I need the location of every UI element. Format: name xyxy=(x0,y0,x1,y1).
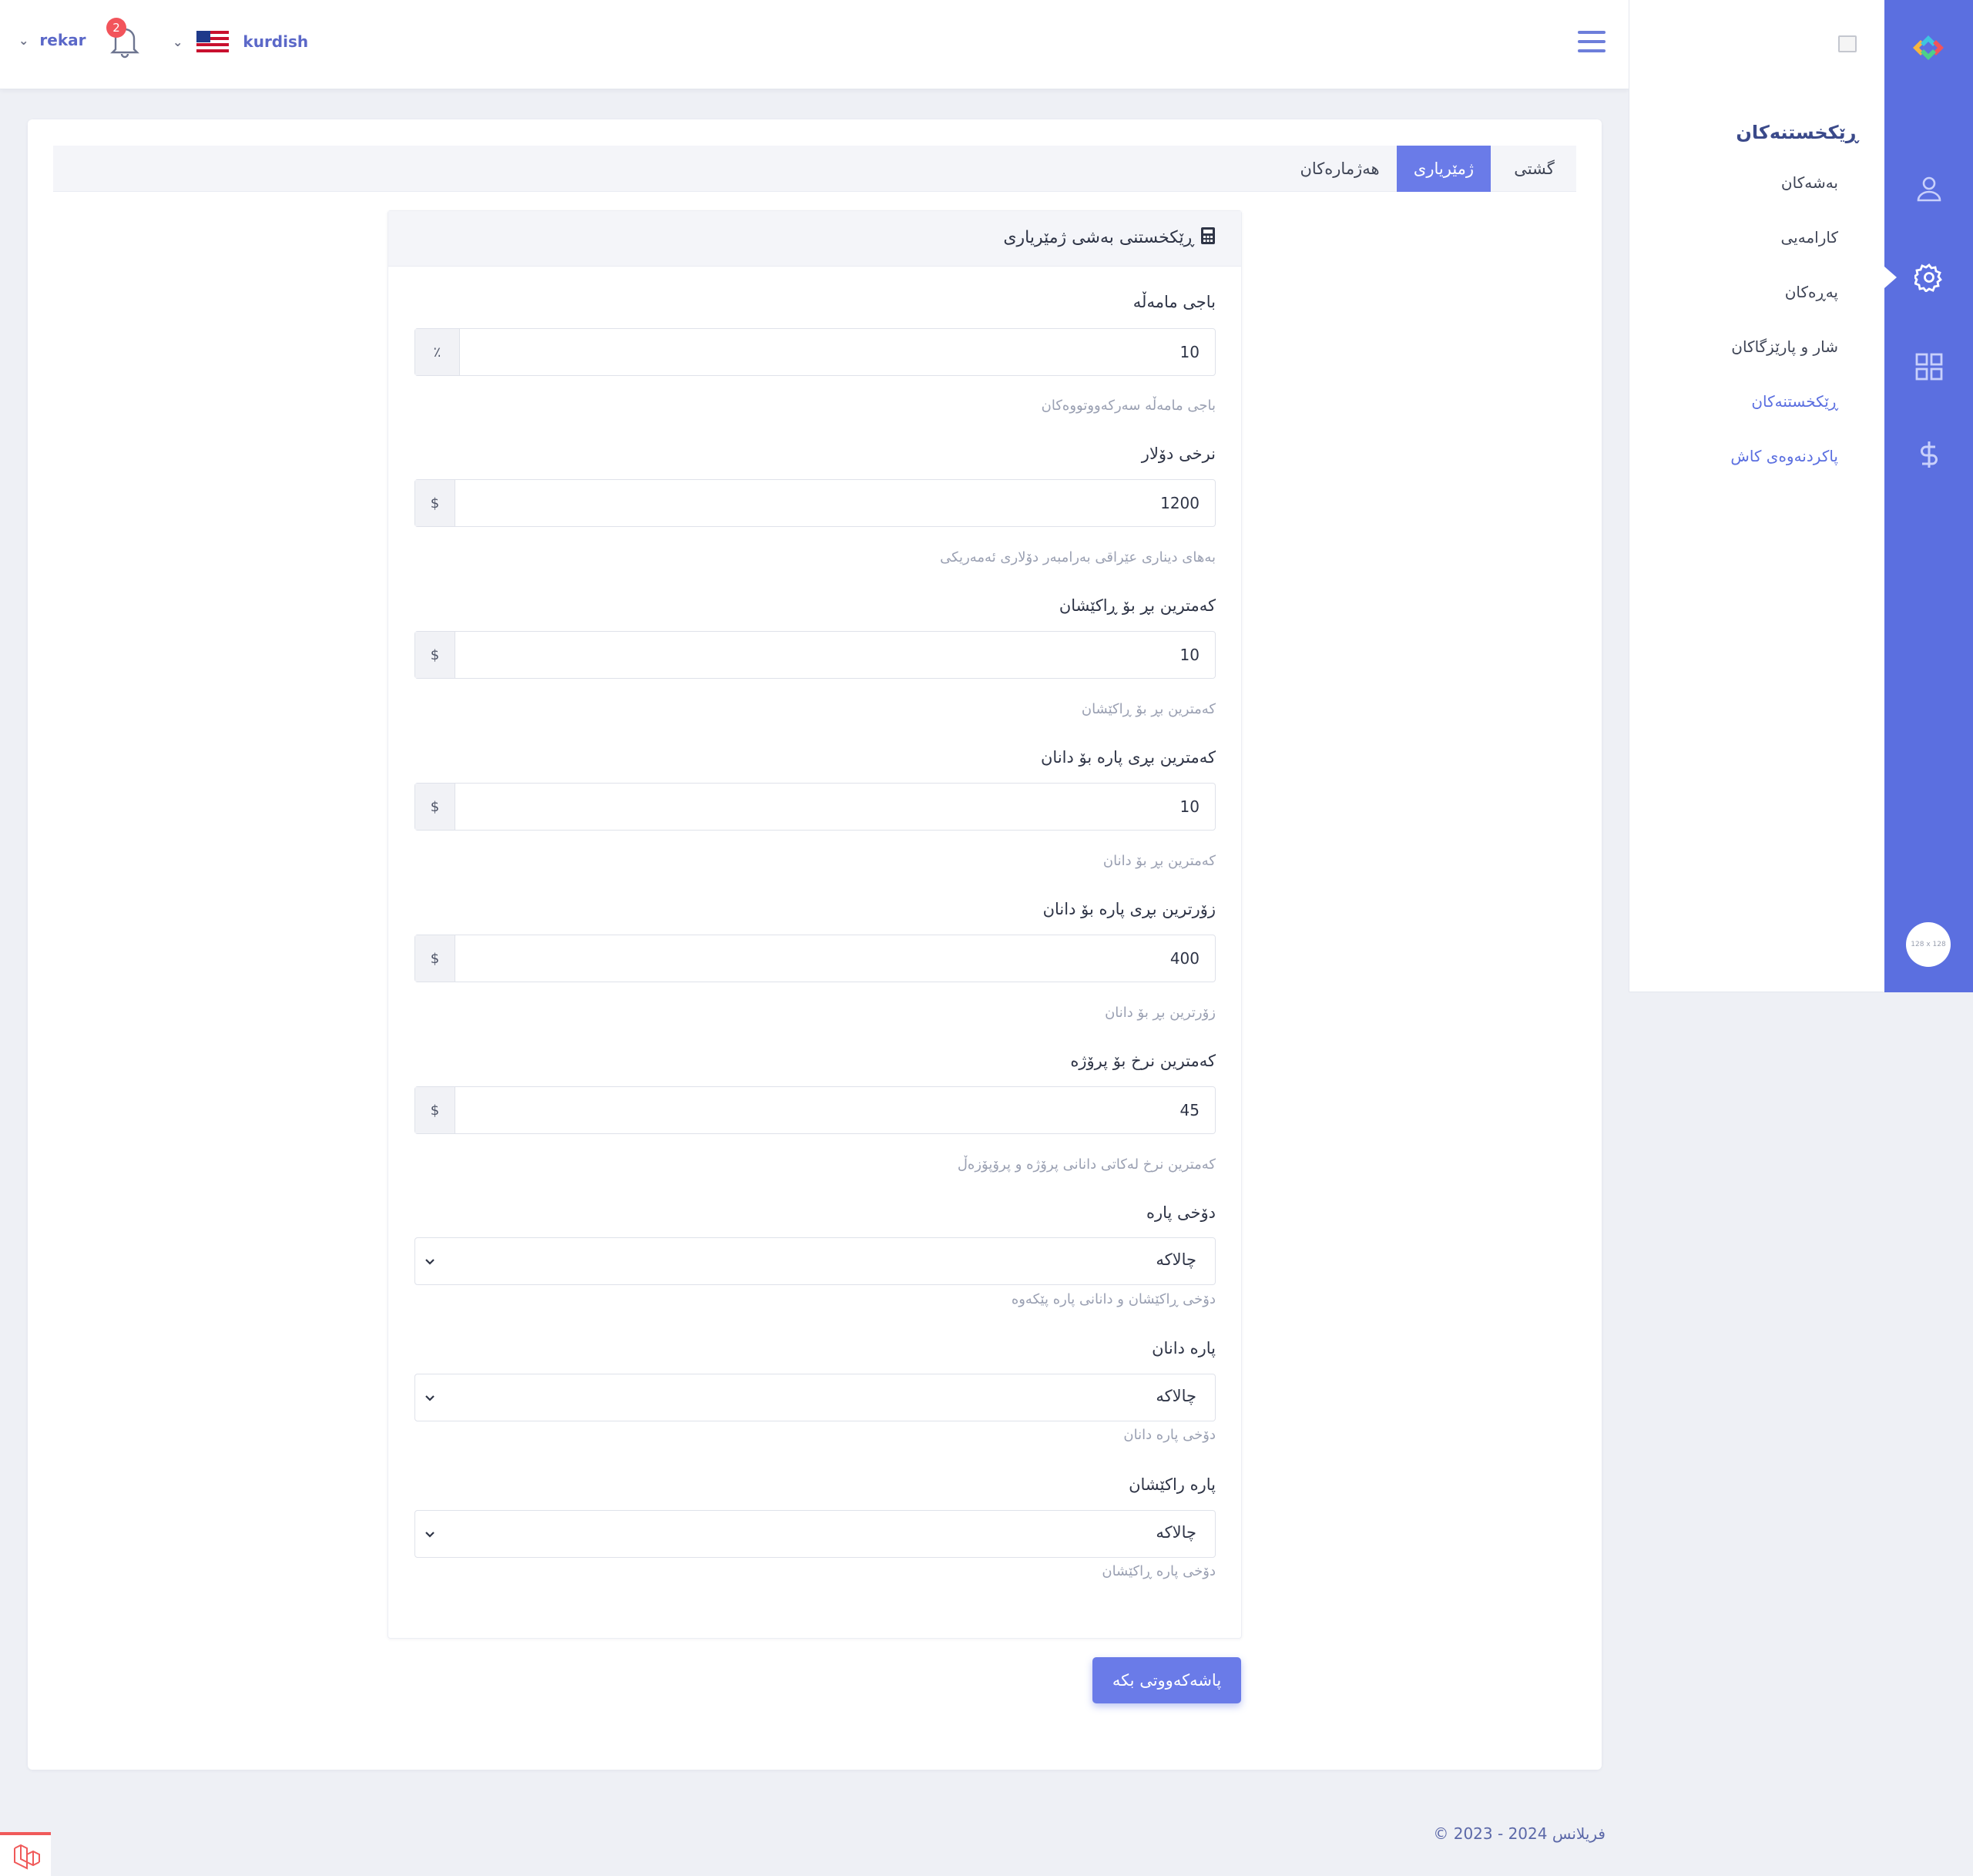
max-deposit-label: زۆرترین بڕی پارە بۆ دانان xyxy=(1042,900,1216,918)
submenu-item-settings[interactable]: ڕێکخستنەکان xyxy=(1629,392,1838,411)
panel-title: ڕێکخستنی بەشی ژمێریاری xyxy=(388,227,1216,247)
dollar-rate-input[interactable] xyxy=(455,480,1215,526)
dollar-rate-label: نرخی دۆلار xyxy=(1141,445,1216,463)
dollar-rate-help: بەهای دیناری عێراقی بەرامبەر دۆلاری ئەمە… xyxy=(940,549,1216,565)
submenu-title: ڕێکخستنەکان xyxy=(1736,122,1858,143)
hamburger-menu-icon[interactable] xyxy=(1578,31,1606,52)
submenu-item-cities[interactable]: شار و پارێزگاکان xyxy=(1629,337,1838,356)
icon-rail xyxy=(1884,0,1973,992)
dollar-rate-input-group: $ xyxy=(414,479,1216,527)
username: rekar xyxy=(39,31,86,49)
dollar-addon: $ xyxy=(415,632,455,678)
tab-accounts[interactable]: هەژمارەکان xyxy=(1290,146,1390,192)
money-status-label: دۆخی پارە xyxy=(1146,1203,1216,1222)
percent-addon: ٪ xyxy=(415,329,460,375)
deposit-value: چالاکە xyxy=(1156,1387,1196,1405)
chevron-down-icon xyxy=(425,1532,435,1538)
gear-icon[interactable] xyxy=(1913,263,1944,293)
dollar-addon: $ xyxy=(415,480,455,526)
min-project-price-help: کەمترین نرخ لەکاتی دانانی پرۆژە و پرۆپۆز… xyxy=(957,1156,1216,1173)
withdraw-select[interactable]: چالاکە xyxy=(414,1510,1216,1558)
chevron-down-icon: ⌄ xyxy=(18,32,29,48)
dollar-addon: $ xyxy=(415,784,455,830)
panel-title-text: ڕێکخستنی بەشی ژمێریاری xyxy=(1003,228,1194,247)
submenu-item-skills[interactable]: کارامەیی xyxy=(1629,228,1838,247)
min-withdraw-input-group: $ xyxy=(414,631,1216,679)
money-status-help: دۆخی ڕاکێشان و دانانی پارە پێکەوە xyxy=(1011,1291,1216,1307)
withdraw-value: چالاکە xyxy=(1156,1523,1196,1542)
settings-submenu xyxy=(1629,0,1884,992)
dollar-icon[interactable] xyxy=(1914,440,1944,469)
submenu-item-sections[interactable]: بەشەکان xyxy=(1629,173,1838,192)
language-menu[interactable]: ⌄ kurdish xyxy=(173,31,308,52)
footer-copyright: © 2023 - 2024 فریلانس xyxy=(1433,1824,1606,1843)
tax-input[interactable] xyxy=(460,329,1215,375)
app-logo-icon[interactable] xyxy=(1908,29,1948,66)
submenu-item-clear-cache[interactable]: پاکردنەوەی کاش xyxy=(1629,447,1838,465)
money-status-select[interactable]: چالاکە xyxy=(414,1237,1216,1285)
min-project-price-input[interactable] xyxy=(455,1087,1215,1133)
min-withdraw-label: کەمترین بڕ بۆ ڕاکێشان xyxy=(1059,596,1216,615)
tax-help: باجی مامەڵە سەرکەووتووەکان xyxy=(1041,398,1216,414)
notification-count-badge: 2 xyxy=(106,18,126,38)
max-deposit-help: زۆرترین بڕ بۆ دانان xyxy=(1105,1005,1216,1021)
accounting-settings-panel xyxy=(388,210,1242,1639)
min-deposit-input[interactable] xyxy=(455,784,1215,830)
min-deposit-input-group: $ xyxy=(414,783,1216,831)
deposit-select[interactable]: چالاکە xyxy=(414,1374,1216,1421)
user-icon[interactable] xyxy=(1914,174,1944,203)
broken-image-icon xyxy=(1838,35,1857,52)
chevron-down-icon xyxy=(425,1259,435,1265)
save-button[interactable]: پاشەکەووتی بکە xyxy=(1092,1657,1241,1703)
chevron-down-icon: ⌄ xyxy=(173,34,183,49)
tax-label: باجی مامەڵە xyxy=(1132,293,1216,311)
min-deposit-help: کەمترین بڕ بۆ دانان xyxy=(1102,853,1216,869)
active-indicator xyxy=(1884,267,1897,288)
money-status-value: چالاکە xyxy=(1156,1250,1196,1269)
calculator-icon xyxy=(1200,227,1216,245)
max-deposit-input[interactable] xyxy=(455,935,1215,982)
min-deposit-label: کەمترین بڕی پارە بۆ دانان xyxy=(1041,748,1216,767)
tab-general[interactable]: گشتی xyxy=(1492,146,1576,192)
deposit-label: پارە دانان xyxy=(1152,1339,1216,1357)
withdraw-label: پارە راکێشان xyxy=(1129,1475,1216,1494)
grid-icon[interactable] xyxy=(1914,352,1944,381)
min-project-price-label: کەمترین نرخ بۆ پرۆژە xyxy=(1070,1052,1216,1070)
dollar-addon: $ xyxy=(415,1087,455,1133)
us-flag-icon xyxy=(196,31,230,52)
chevron-down-icon xyxy=(425,1395,435,1401)
withdraw-help: دۆخی پارە ڕاکێشان xyxy=(1102,1563,1216,1579)
avatar[interactable]: 128 x 128 xyxy=(1906,922,1951,967)
dollar-addon: $ xyxy=(415,935,455,982)
language-label: kurdish xyxy=(243,32,309,51)
tab-accounting[interactable]: ژمێریاری xyxy=(1397,146,1491,192)
max-deposit-input-group: $ xyxy=(414,935,1216,982)
laravel-debug-icon[interactable] xyxy=(0,1832,51,1876)
user-menu[interactable]: ⌄ rekar xyxy=(18,31,86,49)
tax-input-group: ٪ xyxy=(414,328,1216,376)
min-withdraw-help: کەمترین بڕ بۆ ڕاکێشان xyxy=(1081,701,1216,717)
deposit-help: دۆخی پارە دانان xyxy=(1123,1427,1216,1443)
min-withdraw-input[interactable] xyxy=(455,632,1215,678)
submenu-item-pages[interactable]: پەڕەکان xyxy=(1629,283,1838,301)
min-project-price-input-group: $ xyxy=(414,1086,1216,1134)
